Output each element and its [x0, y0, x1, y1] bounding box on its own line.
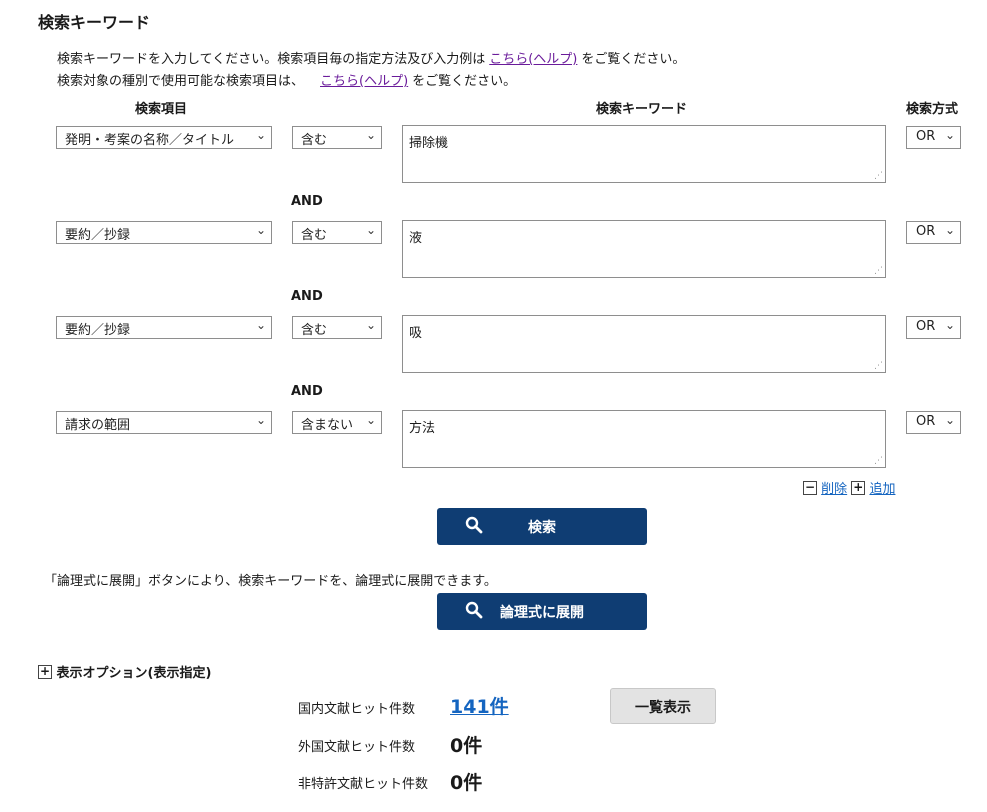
domestic-hits-label: 国内文献ヒット件数 [298, 702, 416, 717]
info-text: 検索キーワードを入力してください。検索項目毎の指定方法及び入力例は [57, 52, 486, 67]
condition-select-row-4[interactable]: 含まない ⌄ [292, 411, 382, 434]
search-button[interactable]: 検索 [437, 508, 647, 545]
plus-icon[interactable]: + [851, 480, 866, 495]
chevron-down-icon: ⌄ [944, 318, 955, 332]
header-method: 検索方式 [906, 102, 959, 117]
chevron-down-icon: ⌄ [255, 318, 266, 332]
method-select-value: OR [916, 129, 936, 144]
field-select-value: 請求の範囲 [65, 418, 131, 433]
help-link-1[interactable]: こちら(ヘルプ) [489, 52, 577, 67]
field-select-row-3[interactable]: 要約／抄録 ⌄ [56, 316, 272, 339]
chevron-down-icon: ⌄ [255, 223, 266, 237]
display-options-label: 表示オプション(表示指定) [56, 666, 212, 681]
condition-select-row-3[interactable]: 含む ⌄ [292, 316, 382, 339]
chevron-down-icon: ⌄ [944, 413, 955, 427]
method-select-row-1[interactable]: OR ⌄ [906, 126, 961, 149]
chevron-down-icon: ⌄ [255, 128, 266, 142]
keyword-textarea-row-1[interactable]: 掃除機 ⋰ [402, 125, 886, 183]
plus-icon: + [38, 663, 52, 679]
field-select-value: 要約／抄録 [65, 323, 131, 338]
info-text: をご覧ください。 [581, 52, 686, 67]
add-row-link[interactable]: 追加 [869, 482, 895, 497]
chevron-down-icon: ⌄ [944, 128, 955, 142]
field-select-value: 要約／抄録 [65, 228, 131, 243]
field-select-row-1[interactable]: 発明・考案の名称／タイトル ⌄ [56, 126, 272, 149]
chevron-down-icon: ⌄ [365, 318, 376, 332]
resize-grip-icon[interactable]: ⋰ [874, 362, 883, 371]
method-select-value: OR [916, 414, 936, 429]
resize-grip-icon[interactable]: ⋰ [874, 457, 883, 466]
display-options-toggle[interactable]: + 表示オプション(表示指定) [38, 662, 211, 681]
method-select-row-2[interactable]: OR ⌄ [906, 221, 961, 244]
chevron-down-icon: ⌄ [365, 128, 376, 142]
header-search-item: 検索項目 [135, 102, 188, 117]
row-actions: − 削除 + 追加 [803, 478, 895, 497]
chevron-down-icon: ⌄ [255, 413, 266, 427]
condition-select-row-2[interactable]: 含む ⌄ [292, 221, 382, 244]
field-select-row-2[interactable]: 要約／抄録 ⌄ [56, 221, 272, 244]
expand-note: 「論理式に展開」ボタンにより、検索キーワードを、論理式に展開できます。 [44, 574, 497, 589]
delete-row-link[interactable]: 削除 [821, 482, 847, 497]
method-select-value: OR [916, 319, 936, 334]
method-select-row-3[interactable]: OR ⌄ [906, 316, 961, 339]
connector-and-2: AND [291, 289, 323, 304]
chevron-down-icon: ⌄ [365, 223, 376, 237]
field-select-row-4[interactable]: 請求の範囲 ⌄ [56, 411, 272, 434]
header-keyword: 検索キーワード [596, 102, 688, 117]
expand-button-label: 論理式に展開 [500, 605, 584, 621]
keyword-textarea-row-4[interactable]: 方法 ⋰ [402, 410, 886, 468]
keyword-value: 液 [409, 231, 423, 246]
method-select-row-4[interactable]: OR ⌄ [906, 411, 961, 434]
keyword-value: 掃除機 [409, 136, 449, 151]
keyword-value: 吸 [409, 326, 423, 341]
chevron-down-icon: ⌄ [365, 413, 376, 427]
search-button-label: 検索 [528, 520, 556, 536]
nonpatent-hits-count: 0件 [450, 772, 483, 794]
info-text: をご覧ください。 [412, 74, 517, 89]
chevron-down-icon: ⌄ [944, 223, 955, 237]
condition-select-value: 含む [301, 133, 328, 148]
expand-logic-button[interactable]: 論理式に展開 [437, 593, 647, 630]
keyword-textarea-row-3[interactable]: 吸 ⋰ [402, 315, 886, 373]
field-select-value: 発明・考案の名称／タイトル [65, 133, 235, 148]
connector-and-3: AND [291, 384, 323, 399]
resize-grip-icon[interactable]: ⋰ [874, 172, 883, 181]
help-link-2[interactable]: こちら(ヘルプ) [320, 74, 408, 89]
minus-icon[interactable]: − [803, 480, 817, 495]
nonpatent-hits-label: 非特許文献ヒット件数 [298, 777, 429, 792]
section-title: 検索キーワード [38, 13, 151, 32]
foreign-hits-count: 0件 [450, 735, 483, 757]
keyword-value: 方法 [409, 421, 436, 436]
list-view-button[interactable]: 一覧表示 [610, 688, 716, 724]
info-text: 検索対象の種別で使用可能な検索項目は、 [57, 74, 305, 89]
foreign-hits-label: 外国文献ヒット件数 [298, 740, 416, 755]
condition-select-value: 含む [301, 228, 328, 243]
condition-select-row-1[interactable]: 含む ⌄ [292, 126, 382, 149]
method-select-value: OR [916, 224, 936, 239]
condition-select-value: 含む [301, 323, 328, 338]
condition-select-value: 含まない [301, 418, 354, 433]
info-line-1: 検索キーワードを入力してください。検索項目毎の指定方法及び入力例は こちら(ヘルプ… [57, 48, 685, 67]
keyword-textarea-row-2[interactable]: 液 ⋰ [402, 220, 886, 278]
connector-and-1: AND [291, 194, 323, 209]
info-line-2: 検索対象の種別で使用可能な検索項目は、 こちら(ヘルプ) をご覧ください。 [57, 70, 516, 89]
domestic-hits-count[interactable]: 141件 [450, 692, 509, 719]
resize-grip-icon[interactable]: ⋰ [874, 267, 883, 276]
